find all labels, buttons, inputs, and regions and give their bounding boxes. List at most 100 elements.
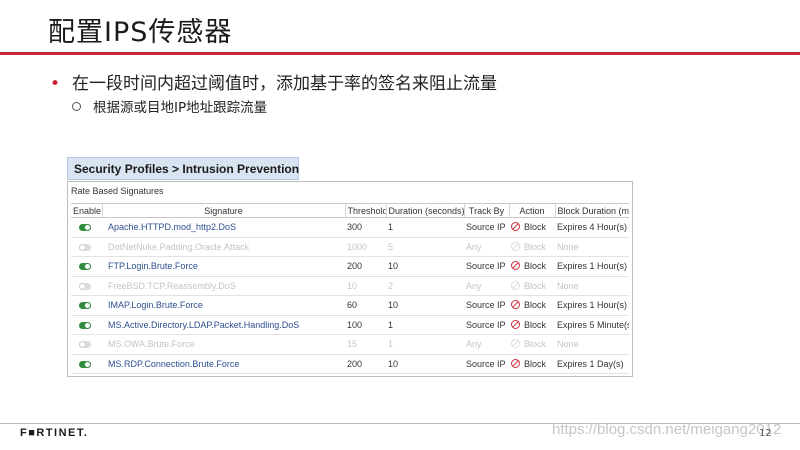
action-label: Block bbox=[524, 241, 547, 252]
toggle-knob bbox=[84, 360, 91, 368]
column-header-enable[interactable]: Enable bbox=[71, 203, 102, 218]
action-cell: Block bbox=[509, 295, 555, 316]
block-icon bbox=[511, 280, 520, 290]
block-icon bbox=[511, 319, 520, 329]
signature-cell[interactable]: Apache.HTTPD.mod_http2.DoS bbox=[102, 217, 345, 238]
table-row[interactable]: FreeBSD.TCP.Reassembly.DoS 10 2 Any Block Non… bbox=[71, 276, 629, 296]
signature-cell[interactable]: FTP.Login.Brute.Force bbox=[102, 256, 345, 277]
action-cell: Block bbox=[509, 334, 555, 355]
column-header-action[interactable]: Action bbox=[508, 203, 555, 218]
action-cell: Block bbox=[509, 354, 555, 374]
toggle-switch-icon[interactable] bbox=[79, 321, 91, 329]
duration-cell: 10 bbox=[386, 256, 464, 277]
table-row[interactable]: MS.OWA.Brute.Force 15 1 Any Block None bbox=[71, 334, 629, 355]
block-icon bbox=[511, 358, 520, 368]
action-cell: Block bbox=[509, 276, 555, 296]
page-number: 12 bbox=[759, 428, 772, 439]
action-label: Block bbox=[524, 261, 547, 272]
table-row[interactable]: Apache.HTTPD.mod_http2.DoS 300 1 Source IP B… bbox=[71, 217, 629, 238]
track-by-cell: Source IP bbox=[464, 256, 509, 277]
column-header-block-duration[interactable]: Block Duration (min bbox=[554, 203, 629, 218]
block-icon bbox=[511, 222, 520, 232]
block-duration-cell: Expires 4 Hour(s) bbox=[555, 217, 629, 238]
toggle-switch-icon[interactable] bbox=[79, 341, 91, 349]
threshold-cell: 15 bbox=[345, 334, 386, 355]
threshold-cell: 10 bbox=[345, 276, 386, 296]
block-icon bbox=[511, 300, 520, 310]
bullet-item: • 在一段时间内超过阈值时，添加基于率的签名来阻止流量 bbox=[50, 69, 497, 94]
signature-cell[interactable]: DotNetNuke.Padding.Oracle.Attack bbox=[102, 237, 345, 257]
threshold-cell: 1000 bbox=[345, 237, 386, 257]
column-header-signature[interactable]: Signature bbox=[101, 203, 345, 218]
block-duration-cell: Expires 1 Hour(s) bbox=[555, 256, 629, 277]
table-row[interactable]: FTP.Login.Brute.Force 200 10 Source IP Block… bbox=[71, 256, 629, 277]
track-by-cell: Source IP bbox=[464, 315, 509, 335]
block-duration-cell: None bbox=[555, 334, 629, 355]
block-icon bbox=[511, 339, 520, 349]
enable-toggle-cell bbox=[71, 276, 102, 296]
sub-bullet-item: 根据源或目地IP地址跟踪流量 bbox=[72, 96, 267, 116]
track-by-cell: Source IP bbox=[464, 217, 509, 238]
track-by-cell: Any bbox=[464, 237, 509, 257]
toggle-knob bbox=[84, 321, 91, 329]
bullet-dot-icon: • bbox=[50, 74, 61, 94]
threshold-cell: 200 bbox=[345, 354, 386, 374]
action-label: Block bbox=[524, 300, 547, 311]
signature-cell[interactable]: IMAP.Login.Brute.Force bbox=[102, 295, 345, 316]
table-row[interactable]: DotNetNuke.Padding.Oracle.Attack 1000 5 Any… bbox=[71, 237, 629, 257]
toggle-knob bbox=[79, 282, 86, 290]
enable-toggle-cell bbox=[71, 237, 102, 257]
signature-cell[interactable]: MS.Active.Directory.LDAP.Packet.Handling… bbox=[102, 315, 345, 335]
table-row[interactable]: IMAP.Login.Brute.Force 60 10 Source IP Block… bbox=[71, 295, 629, 316]
enable-toggle-cell bbox=[71, 315, 102, 335]
title-divider bbox=[0, 52, 800, 55]
table-row[interactable]: MS.Active.Directory.LDAP.Packet.Handling… bbox=[71, 315, 629, 335]
section-label: Rate Based Signatures bbox=[71, 186, 164, 196]
toggle-switch-icon[interactable] bbox=[79, 302, 91, 310]
table-row[interactable]: MS.RDP.Connection.Brute.Force 200 10 Source… bbox=[71, 354, 629, 374]
enable-toggle-cell bbox=[71, 354, 102, 374]
enable-toggle-cell bbox=[71, 334, 102, 355]
action-cell: Block bbox=[509, 217, 555, 238]
duration-cell: 10 bbox=[386, 295, 464, 316]
duration-cell: 5 bbox=[386, 237, 464, 257]
track-by-cell: Source IP bbox=[464, 354, 509, 374]
column-header-threshold[interactable]: Threshold bbox=[344, 203, 386, 218]
block-duration-cell: None bbox=[555, 237, 629, 257]
toggle-switch-icon[interactable] bbox=[79, 282, 91, 290]
ips-screenshot-panel: Security Profiles > Intrusion Prevention… bbox=[67, 157, 633, 377]
signature-cell[interactable]: MS.RDP.Connection.Brute.Force bbox=[102, 354, 345, 374]
toggle-switch-icon[interactable] bbox=[79, 224, 91, 232]
block-duration-cell: Expires 1 Day(s) bbox=[555, 354, 629, 374]
duration-cell: 1 bbox=[386, 334, 464, 355]
action-label: Block bbox=[524, 339, 547, 350]
threshold-cell: 100 bbox=[345, 315, 386, 335]
toggle-knob bbox=[79, 341, 86, 349]
track-by-cell: Any bbox=[464, 276, 509, 296]
enable-toggle-cell bbox=[71, 217, 102, 238]
duration-cell: 1 bbox=[386, 315, 464, 335]
toggle-knob bbox=[84, 263, 91, 271]
signature-cell[interactable]: FreeBSD.TCP.Reassembly.DoS bbox=[102, 276, 345, 296]
toggle-switch-icon[interactable] bbox=[79, 243, 91, 251]
slide-title: 配置IPS传感器 bbox=[48, 17, 233, 48]
toggle-switch-icon[interactable] bbox=[79, 263, 91, 271]
column-header-track-by[interactable]: Track By bbox=[463, 203, 509, 218]
signature-cell[interactable]: MS.OWA.Brute.Force bbox=[102, 334, 345, 355]
sub-bullet-text: 根据源或目地IP地址跟踪流量 bbox=[93, 100, 268, 116]
track-by-cell: Source IP bbox=[464, 295, 509, 316]
duration-cell: 2 bbox=[386, 276, 464, 296]
bullet-text: 在一段时间内超过阈值时，添加基于率的签名来阻止流量 bbox=[72, 74, 498, 94]
block-icon bbox=[511, 261, 520, 271]
action-label: Block bbox=[524, 358, 547, 369]
watermark: https://blog.csdn.net/meigang2012 bbox=[552, 421, 782, 438]
signatures-table: Enable Signature Threshold Duration (sec… bbox=[71, 203, 629, 374]
action-cell: Block bbox=[509, 315, 555, 335]
table-header-row: Enable Signature Threshold Duration (sec… bbox=[71, 203, 629, 218]
toggle-switch-icon[interactable] bbox=[79, 360, 91, 368]
block-duration-cell: None bbox=[555, 276, 629, 296]
hollow-circle-icon bbox=[72, 102, 81, 111]
action-label: Block bbox=[524, 222, 547, 233]
column-header-duration[interactable]: Duration (seconds) bbox=[385, 203, 464, 218]
action-label: Block bbox=[524, 319, 547, 330]
